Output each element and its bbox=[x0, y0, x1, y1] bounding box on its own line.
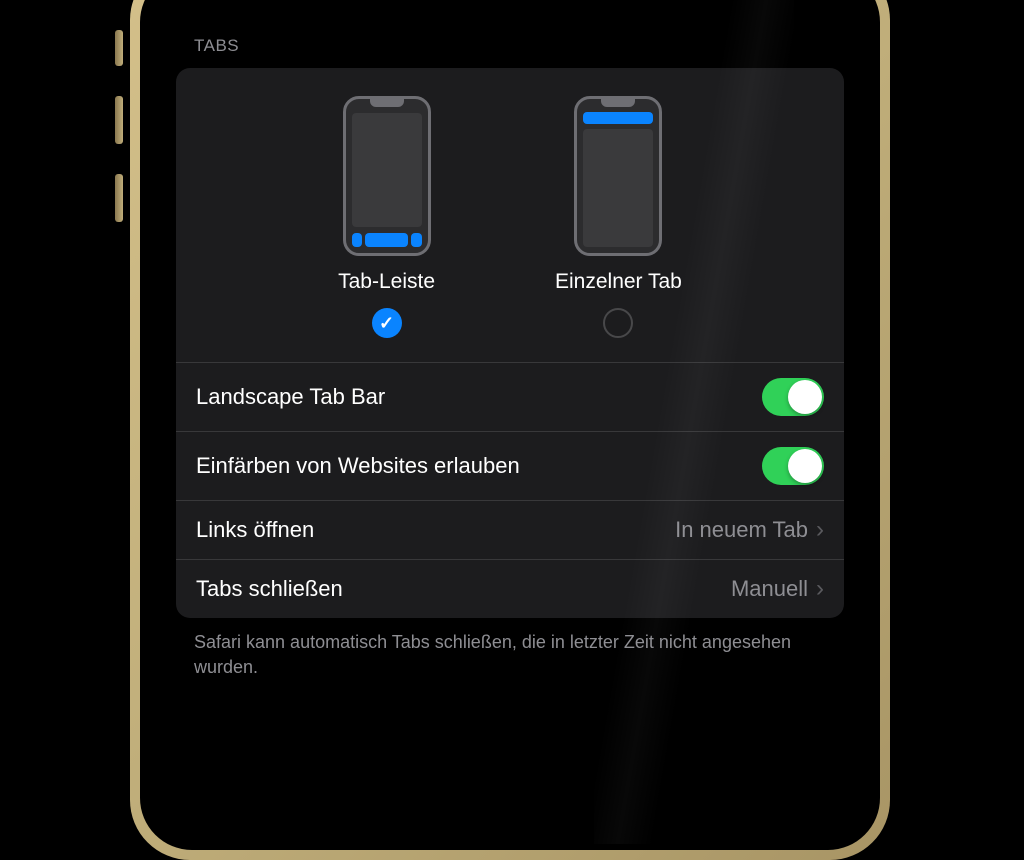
tab-layout-selector: Tab-Leiste ✓ Einzeln bbox=[176, 68, 844, 362]
layout-option-label: Einzelner Tab bbox=[555, 270, 682, 294]
phone-preview-icon bbox=[574, 96, 662, 256]
phone-preview-icon bbox=[343, 96, 431, 256]
layout-option-tab-leiste[interactable]: Tab-Leiste ✓ bbox=[338, 96, 435, 338]
layout-option-label: Tab-Leiste bbox=[338, 270, 435, 294]
phone-frame: TABS bbox=[130, 0, 890, 860]
setting-row-landscape-tab-bar: Landscape Tab Bar bbox=[176, 362, 844, 431]
radio-selected-icon: ✓ bbox=[372, 308, 402, 338]
section-footer-text: Safari kann automatisch Tabs schließen, … bbox=[176, 618, 844, 692]
phone-notch bbox=[390, 0, 630, 10]
setting-label: Einfärben von Websites erlauben bbox=[196, 453, 520, 479]
layout-option-einzelner-tab[interactable]: Einzelner Tab bbox=[555, 96, 682, 338]
setting-label: Landscape Tab Bar bbox=[196, 384, 385, 410]
toggle-einfaerben[interactable] bbox=[762, 447, 824, 485]
setting-label: Links öffnen bbox=[196, 517, 314, 543]
setting-row-links-oeffnen[interactable]: Links öffnen In neuem Tab › bbox=[176, 500, 844, 559]
section-header-tabs: TABS bbox=[194, 36, 844, 56]
chevron-right-icon: › bbox=[816, 575, 824, 603]
setting-value: In neuem Tab › bbox=[675, 516, 824, 544]
settings-group-tabs: Tab-Leiste ✓ Einzeln bbox=[176, 68, 844, 618]
toggle-landscape-tab-bar[interactable] bbox=[762, 378, 824, 416]
setting-label: Tabs schließen bbox=[196, 576, 343, 602]
setting-row-tabs-schliessen[interactable]: Tabs schließen Manuell › bbox=[176, 559, 844, 618]
phone-side-buttons bbox=[115, 30, 123, 252]
radio-unselected-icon bbox=[603, 308, 633, 338]
setting-row-einfaerben: Einfärben von Websites erlauben bbox=[176, 431, 844, 500]
setting-value: Manuell › bbox=[731, 575, 824, 603]
chevron-right-icon: › bbox=[816, 516, 824, 544]
checkmark-icon: ✓ bbox=[379, 313, 394, 334]
